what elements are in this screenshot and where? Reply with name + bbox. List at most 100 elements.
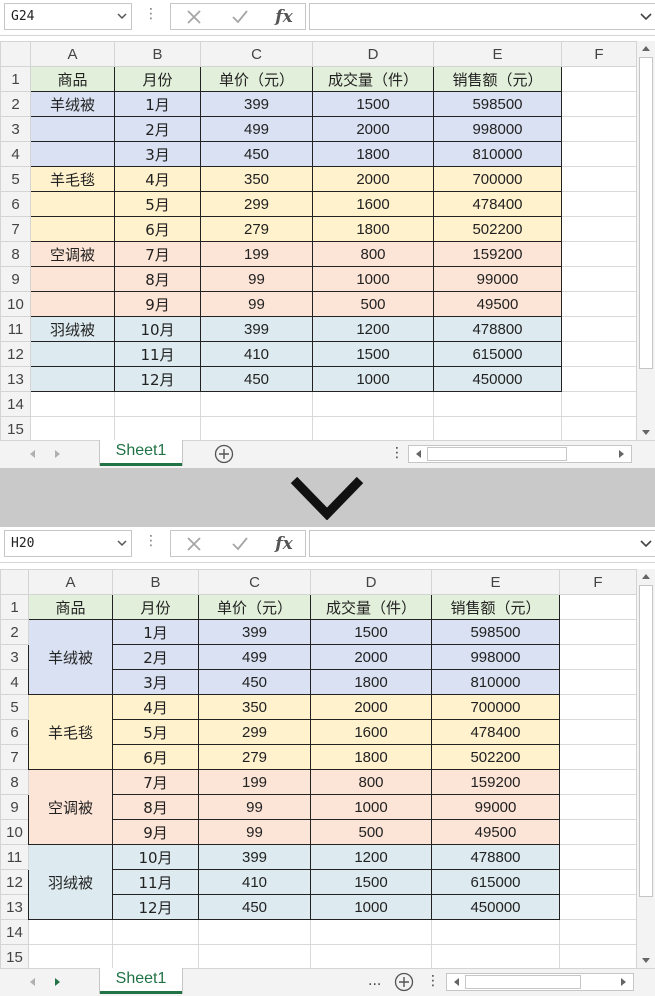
month-cell[interactable]: 8月 <box>114 266 201 292</box>
product-cell[interactable] <box>30 341 115 367</box>
column-header[interactable]: E <box>433 41 562 67</box>
sales-cell[interactable]: 450000 <box>431 894 560 920</box>
row-number[interactable]: 9 <box>0 266 31 292</box>
header-cell[interactable]: 成交量（件） <box>312 66 434 92</box>
column-header[interactable]: C <box>198 569 311 595</box>
row-number[interactable]: 8 <box>0 769 29 795</box>
sales-cell[interactable]: 998000 <box>431 644 560 670</box>
volume-cell[interactable]: 1200 <box>310 844 432 870</box>
vertical-scrollbar[interactable] <box>636 569 655 968</box>
expand-formula-bar-icon[interactable] <box>640 539 652 547</box>
name-box[interactable]: H20 <box>4 530 132 557</box>
column-header[interactable]: C <box>200 41 313 67</box>
empty-cell[interactable] <box>112 944 199 970</box>
empty-cell[interactable] <box>559 719 637 745</box>
price-cell[interactable]: 399 <box>198 844 311 870</box>
month-cell[interactable]: 4月 <box>114 166 201 192</box>
row-number[interactable]: 8 <box>0 241 31 267</box>
header-cell[interactable]: 销售额（元） <box>433 66 562 92</box>
volume-cell[interactable]: 1500 <box>310 619 432 645</box>
price-cell[interactable]: 410 <box>198 869 311 895</box>
month-cell[interactable]: 3月 <box>114 141 201 167</box>
month-cell[interactable]: 1月 <box>112 619 199 645</box>
empty-cell[interactable] <box>559 669 637 695</box>
chevron-down-icon[interactable] <box>117 12 127 20</box>
product-cell[interactable] <box>30 266 115 292</box>
volume-cell[interactable]: 2000 <box>310 644 432 670</box>
empty-cell[interactable] <box>559 769 637 795</box>
price-cell[interactable]: 350 <box>198 694 311 720</box>
sales-cell[interactable]: 615000 <box>433 341 562 367</box>
empty-cell[interactable] <box>310 919 432 945</box>
sales-cell[interactable]: 502200 <box>431 744 560 770</box>
row-number[interactable]: 14 <box>0 391 31 417</box>
row-number[interactable]: 7 <box>0 744 29 770</box>
vertical-scrollbar[interactable] <box>636 41 655 440</box>
product-cell[interactable] <box>30 141 115 167</box>
horizontal-scroll-thumb[interactable] <box>427 447 567 461</box>
month-cell[interactable]: 4月 <box>112 694 199 720</box>
volume-cell[interactable]: 800 <box>312 241 434 267</box>
column-header[interactable]: A <box>30 41 115 67</box>
price-cell[interactable]: 199 <box>200 241 313 267</box>
row-number[interactable]: 11 <box>0 316 31 342</box>
expand-formula-bar-icon[interactable] <box>640 12 652 20</box>
header-cell[interactable]: 单价（元） <box>200 66 313 92</box>
month-cell[interactable]: 9月 <box>112 819 199 845</box>
month-cell[interactable]: 3月 <box>112 669 199 695</box>
chevron-down-icon[interactable] <box>117 539 127 547</box>
price-cell[interactable]: 99 <box>198 819 311 845</box>
row-number[interactable]: 2 <box>0 91 31 117</box>
empty-cell[interactable] <box>561 316 637 342</box>
scroll-down-icon[interactable] <box>641 429 651 437</box>
cancel-x-icon[interactable] <box>183 7 205 27</box>
tab-split-handle-icon[interactable]: ⋮ <box>390 445 404 461</box>
column-header[interactable]: D <box>312 41 434 67</box>
horizontal-scrollbar[interactable] <box>446 973 634 991</box>
row-number[interactable]: 3 <box>0 116 31 142</box>
volume-cell[interactable]: 1800 <box>312 216 434 242</box>
price-cell[interactable]: 99 <box>200 266 313 292</box>
empty-cell[interactable] <box>559 844 637 870</box>
cancel-x-icon[interactable] <box>183 534 205 554</box>
price-cell[interactable]: 399 <box>200 91 313 117</box>
row-number[interactable]: 1 <box>0 66 31 92</box>
price-cell[interactable]: 499 <box>200 116 313 142</box>
column-header[interactable]: B <box>112 569 199 595</box>
sales-cell[interactable]: 598500 <box>433 91 562 117</box>
price-cell[interactable]: 399 <box>198 619 311 645</box>
empty-cell[interactable] <box>561 291 637 317</box>
row-number[interactable]: 5 <box>0 694 29 720</box>
month-cell[interactable]: 11月 <box>114 341 201 367</box>
sales-cell[interactable]: 99000 <box>431 794 560 820</box>
sales-cell[interactable]: 700000 <box>433 166 562 192</box>
price-cell[interactable]: 279 <box>198 744 311 770</box>
next-sheet-icon[interactable] <box>54 977 62 987</box>
scroll-up-icon[interactable] <box>641 572 651 580</box>
add-sheet-icon[interactable] <box>214 444 234 464</box>
sales-cell[interactable]: 998000 <box>433 116 562 142</box>
price-cell[interactable]: 450 <box>198 669 311 695</box>
price-cell[interactable]: 450 <box>200 366 313 392</box>
column-header[interactable]: A <box>28 569 113 595</box>
previous-sheet-icon[interactable] <box>28 449 36 459</box>
month-cell[interactable]: 5月 <box>112 719 199 745</box>
empty-cell[interactable] <box>114 416 201 442</box>
volume-cell[interactable]: 500 <box>312 291 434 317</box>
month-cell[interactable]: 1月 <box>114 91 201 117</box>
add-sheet-icon[interactable] <box>394 972 414 992</box>
sheet-tab-sheet1[interactable]: Sheet1 <box>100 968 182 994</box>
function-fx-icon[interactable]: fx <box>273 534 295 554</box>
sales-cell[interactable]: 700000 <box>431 694 560 720</box>
sheet-tab-sheet1[interactable]: Sheet1 <box>100 440 182 466</box>
volume-cell[interactable]: 1800 <box>310 669 432 695</box>
empty-cell[interactable] <box>431 944 560 970</box>
empty-cell[interactable] <box>561 191 637 217</box>
empty-cell[interactable] <box>312 416 434 442</box>
volume-cell[interactable]: 1000 <box>310 794 432 820</box>
header-cell[interactable]: 成交量（件） <box>310 594 432 620</box>
volume-cell[interactable]: 1500 <box>312 91 434 117</box>
product-cell[interactable]: 空调被 <box>30 241 115 267</box>
merged-product-cell[interactable]: 羽绒被 <box>28 844 113 920</box>
month-cell[interactable]: 9月 <box>114 291 201 317</box>
